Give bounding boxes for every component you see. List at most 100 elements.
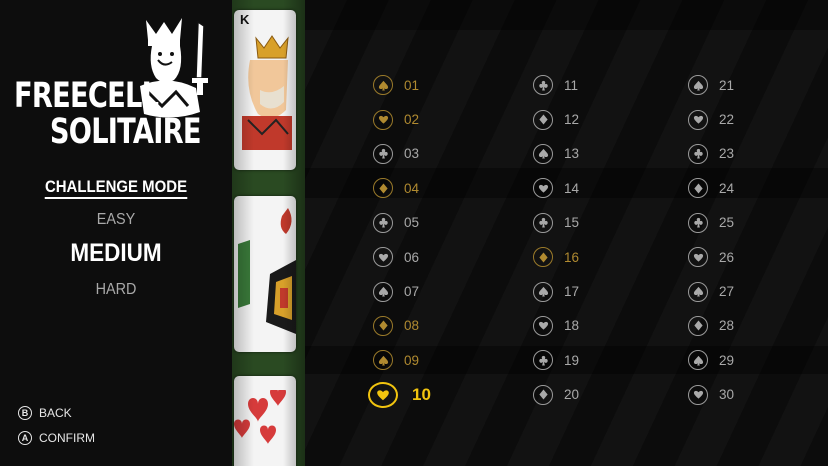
challenge-item[interactable]: 18 <box>533 309 579 343</box>
suit-chip <box>373 315 393 336</box>
mode-heading: CHALLENGE MODE <box>14 177 218 199</box>
challenge-number: 23 <box>719 146 735 162</box>
spade-icon <box>693 80 703 91</box>
suit-chip <box>688 350 708 371</box>
suit-chip <box>688 178 708 199</box>
suit-chip <box>373 247 393 268</box>
challenge-item[interactable]: 24 <box>688 171 734 205</box>
heart-icon <box>538 184 548 193</box>
suit-chip <box>533 350 553 371</box>
challenge-number: 06 <box>404 249 420 265</box>
suit-chip <box>373 212 393 233</box>
challenge-item[interactable]: 27 <box>688 274 734 308</box>
challenge-item[interactable]: 08 <box>373 309 431 343</box>
suit-chip <box>533 143 553 164</box>
challenge-item[interactable]: 11 <box>533 68 579 102</box>
challenge-item[interactable]: 05 <box>373 206 431 240</box>
challenge-item[interactable]: 16 <box>533 240 579 274</box>
challenge-number: 19 <box>564 352 580 368</box>
challenge-number: 17 <box>564 284 580 300</box>
challenge-number: 18 <box>564 318 580 334</box>
a-button-icon: A <box>18 431 32 445</box>
b-button-icon: B <box>18 406 32 420</box>
challenge-item[interactable]: 22 <box>688 102 734 136</box>
diamond-icon <box>538 252 548 263</box>
diamond-icon <box>538 389 548 400</box>
difficulty-easy[interactable]: EASY <box>12 211 221 229</box>
confirm-hint[interactable]: A CONFIRM <box>18 431 95 445</box>
challenge-item[interactable]: 10 <box>368 378 431 412</box>
mode-heading-label: CHALLENGE MODE <box>44 177 188 199</box>
spade-icon <box>378 80 388 91</box>
diamond-icon <box>378 183 388 194</box>
suit-chip <box>373 178 393 199</box>
challenge-item[interactable]: 09 <box>373 343 431 377</box>
spade-icon <box>693 355 703 366</box>
challenge-number: 29 <box>719 352 735 368</box>
challenge-item[interactable]: 26 <box>688 240 734 274</box>
back-hint[interactable]: B BACK <box>18 406 72 420</box>
logo-title-line2: SOLITAIRE <box>49 112 202 152</box>
challenge-number: 02 <box>404 112 420 128</box>
club-icon <box>538 80 548 91</box>
challenge-item[interactable]: 30 <box>688 378 734 412</box>
suit-chip <box>533 75 553 96</box>
suit-chip <box>688 109 708 130</box>
club-icon <box>378 218 388 228</box>
suit-chip <box>533 247 553 268</box>
challenge-column: 21 22 23 24 25 26 27 28 29 30 <box>688 68 734 412</box>
challenge-item[interactable]: 07 <box>373 274 431 308</box>
difficulty-medium[interactable]: MEDIUM <box>12 239 221 268</box>
suit-chip <box>373 350 393 371</box>
challenge-column: 11 12 13 14 15 16 17 18 19 20 <box>533 68 579 412</box>
heart-icon <box>538 322 548 331</box>
challenge-item[interactable]: 12 <box>533 102 579 136</box>
spade-icon <box>538 286 548 297</box>
challenge-number: 14 <box>564 180 580 196</box>
challenge-number: 12 <box>564 112 580 128</box>
heart-icon <box>378 115 388 124</box>
strip-shading <box>232 0 305 466</box>
suit-chip <box>533 109 553 130</box>
suit-chip <box>533 315 553 336</box>
suit-chip <box>373 281 393 302</box>
challenge-item[interactable]: 14 <box>533 171 579 205</box>
suit-chip <box>688 75 708 96</box>
background-band <box>305 0 828 30</box>
challenge-item[interactable]: 17 <box>533 274 579 308</box>
challenge-item[interactable]: 21 <box>688 68 734 102</box>
game-logo-title: FREECELL SOLITAIRE <box>14 78 202 152</box>
challenge-item[interactable]: 04 <box>373 171 431 205</box>
challenge-number: 30 <box>719 387 735 403</box>
spade-icon <box>378 286 388 297</box>
challenge-number: 03 <box>404 146 420 162</box>
challenge-item[interactable]: 06 <box>373 240 431 274</box>
challenge-item[interactable]: 02 <box>373 102 431 136</box>
challenge-number: 21 <box>719 77 735 93</box>
suit-chip <box>688 384 708 405</box>
club-icon <box>538 355 548 366</box>
challenge-item[interactable]: 29 <box>688 343 734 377</box>
challenge-column: 01 02 03 04 05 06 07 08 09 10 <box>368 68 431 412</box>
challenge-item[interactable]: 23 <box>688 137 734 171</box>
difficulty-hard[interactable]: HARD <box>12 281 221 299</box>
challenge-item[interactable]: 13 <box>533 137 579 171</box>
club-icon <box>378 149 388 160</box>
challenge-item[interactable]: 20 <box>533 378 579 412</box>
challenge-item[interactable]: 19 <box>533 343 579 377</box>
challenge-item[interactable]: 01 <box>373 68 431 102</box>
challenge-number: 07 <box>404 284 420 300</box>
heart-icon <box>693 391 703 399</box>
suit-chip <box>368 381 398 408</box>
challenge-number: 13 <box>564 146 580 162</box>
challenge-item[interactable]: 25 <box>688 206 734 240</box>
challenge-item[interactable]: 28 <box>688 309 734 343</box>
challenge-item[interactable]: 15 <box>533 206 579 240</box>
heart-icon <box>693 253 703 262</box>
diamond-icon <box>693 320 703 331</box>
challenge-number: 28 <box>719 318 735 334</box>
suit-chip <box>688 143 708 164</box>
challenge-item[interactable]: 03 <box>373 137 431 171</box>
suit-chip <box>688 212 708 233</box>
challenge-number: 16 <box>564 249 580 265</box>
